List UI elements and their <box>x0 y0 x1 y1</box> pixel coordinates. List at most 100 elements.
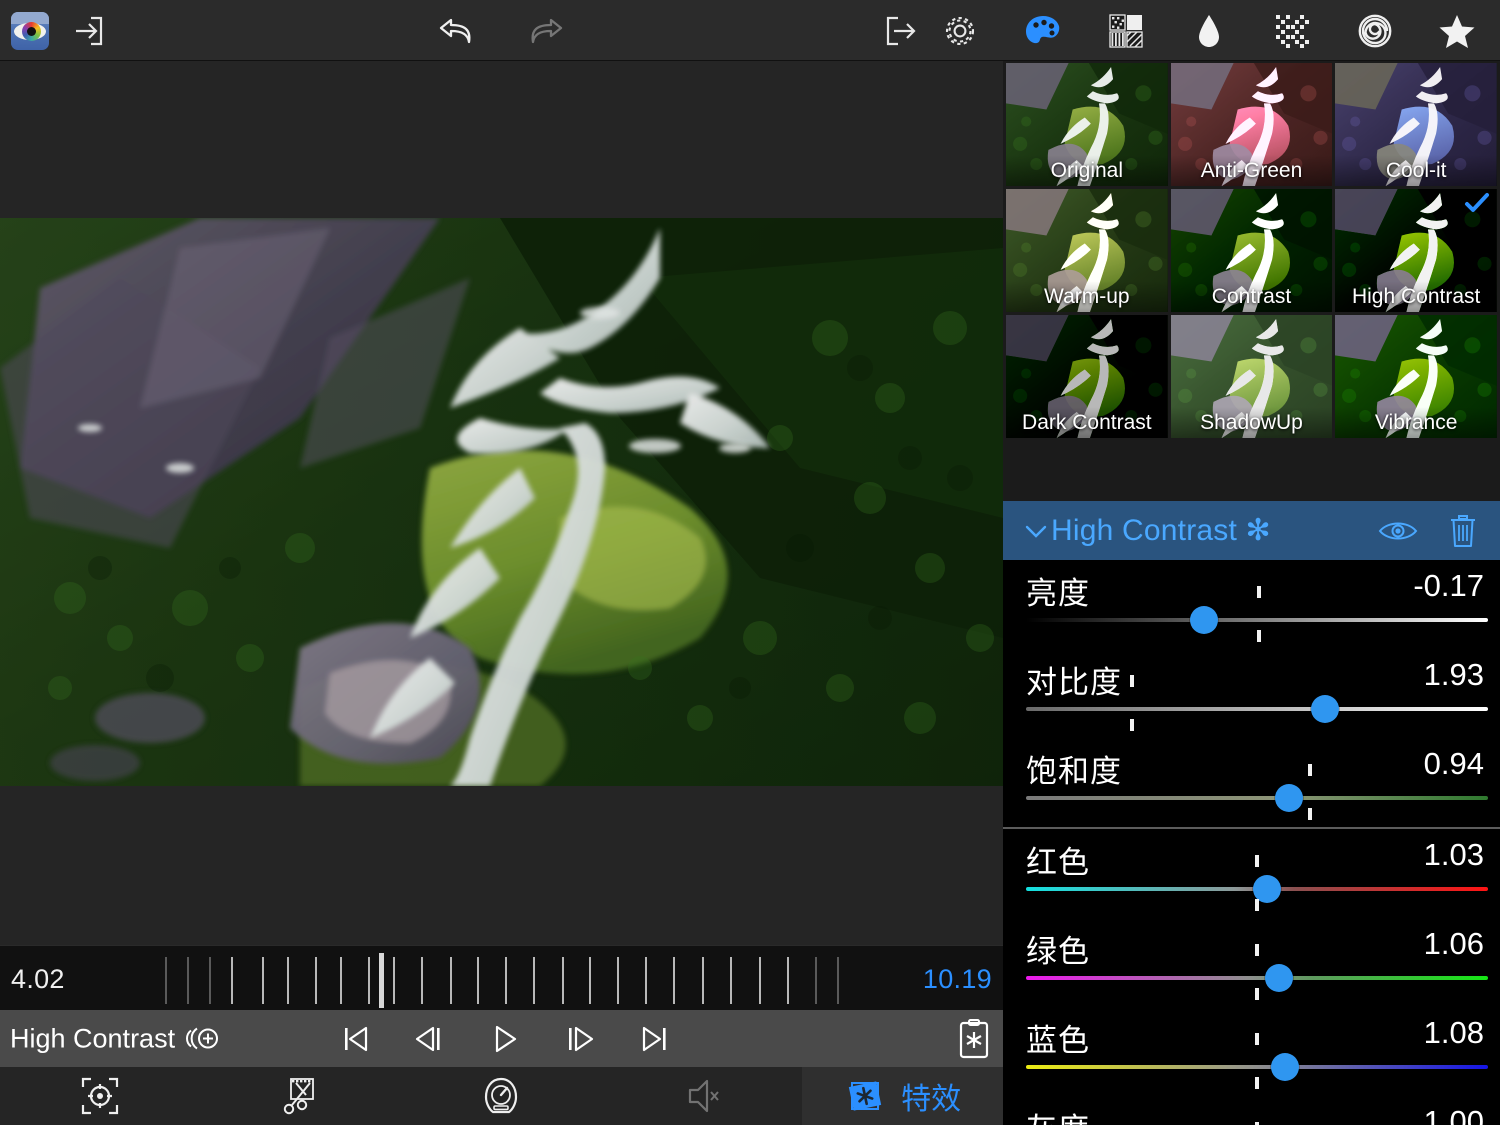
timeline-tick <box>368 957 370 1004</box>
preset-grid: Original Anti-Green Cool-it Warm-up Cont… <box>1006 63 1497 438</box>
preset-high-contrast[interactable]: High Contrast <box>1335 189 1497 312</box>
video-editor-window: 4.02 10.19 High Contrast 特效 Original Ant… <box>0 0 1500 1125</box>
preset-cool-it[interactable]: Cool-it <box>1335 63 1497 186</box>
slider-track[interactable] <box>1026 618 1488 622</box>
palette-icon[interactable] <box>1018 0 1068 61</box>
preset-anti-green[interactable]: Anti-Green <box>1170 63 1333 186</box>
preset-label: Anti-Green <box>1170 155 1333 186</box>
preset-pager <box>1003 448 1500 550</box>
slider-track[interactable] <box>1026 976 1488 980</box>
slider-label: 灰度 <box>1026 1104 1090 1125</box>
skip-to-start-button[interactable] <box>340 1023 370 1055</box>
timeline-tick <box>815 957 817 1004</box>
tab-speed[interactable] <box>401 1067 602 1125</box>
current-effect-label[interactable]: High Contrast <box>10 1023 219 1054</box>
slider-notch-top <box>1257 586 1261 598</box>
slider-notch-bottom <box>1254 988 1259 1000</box>
slider-notch-bottom <box>1257 630 1261 642</box>
preset-original[interactable]: Original <box>1006 63 1168 186</box>
preset-gallery: Original Anti-Green Cool-it Warm-up Cont… <box>1003 61 1500 446</box>
eye-icon[interactable] <box>1378 518 1418 544</box>
slider-label: 饱和度 <box>1026 754 1122 789</box>
preset-label: Warm-up <box>1006 281 1168 312</box>
video-preview-area <box>0 61 1003 945</box>
slider-value: 1.00 <box>1423 1104 1484 1125</box>
timeline-tick <box>262 957 264 1004</box>
slider-list: 亮度 -0.17 对比度 1.93 饱和度 0.94 红色 1.03 绿色 1.… <box>1003 560 1500 1125</box>
redo-icon[interactable] <box>520 0 570 61</box>
step-back-button[interactable] <box>413 1023 447 1055</box>
slider-knob[interactable] <box>1311 695 1340 723</box>
star-icon[interactable] <box>1432 0 1482 61</box>
spiral-icon[interactable] <box>1350 0 1400 61</box>
timeline-tick <box>837 957 839 1004</box>
tab-stabilize[interactable] <box>0 1067 201 1125</box>
undo-icon[interactable] <box>432 0 482 61</box>
skip-to-end-button[interactable] <box>640 1023 670 1055</box>
timeline-tick <box>165 957 167 1004</box>
preset-contrast[interactable]: Contrast <box>1170 189 1333 312</box>
slider-notch-top <box>1254 855 1259 867</box>
timeline-playhead[interactable] <box>379 953 385 1008</box>
import-icon[interactable] <box>65 0 111 61</box>
preset-dark-contrast[interactable]: Dark Contrast <box>1006 315 1168 438</box>
slider-notch-top <box>1254 1033 1259 1045</box>
preset-warm-up[interactable]: Warm-up <box>1006 189 1168 312</box>
step-forward-button[interactable] <box>563 1023 597 1055</box>
timeline-tick <box>759 957 761 1004</box>
timeline-tick <box>287 957 289 1004</box>
slider-brightness[interactable]: 亮度 -0.17 <box>1003 560 1500 649</box>
preset-shadowup[interactable]: ShadowUp <box>1170 315 1333 438</box>
settings-gear-icon[interactable] <box>935 0 985 61</box>
selected-check-icon <box>1464 192 1490 219</box>
timeline-tick <box>617 957 619 1004</box>
slider-saturation[interactable]: 饱和度 0.94 <box>1003 738 1500 827</box>
tab-audio[interactable] <box>602 1067 803 1125</box>
timeline-tick <box>393 957 395 1004</box>
dither-dots-icon[interactable] <box>1266 0 1318 61</box>
app-logo-eye[interactable] <box>8 0 52 61</box>
tab-trim[interactable] <box>201 1067 402 1125</box>
timeline-tick <box>533 957 535 1004</box>
preset-label: Contrast <box>1170 281 1333 312</box>
clipboard-effect-icon[interactable] <box>957 1018 991 1060</box>
preset-label: ShadowUp <box>1170 407 1333 438</box>
tab-effects-label: 特效 <box>901 1083 962 1116</box>
slider-knob[interactable] <box>1264 964 1293 992</box>
slider-track[interactable] <box>1026 707 1488 711</box>
slider-gray[interactable]: 灰度 1.00 <box>1003 1096 1500 1125</box>
video-frame[interactable] <box>0 218 1003 786</box>
chevron-down-icon[interactable] <box>1021 520 1051 542</box>
timeline-tick <box>477 957 479 1004</box>
slider-track[interactable] <box>1026 1065 1488 1069</box>
right-panel: Original Anti-Green Cool-it Warm-up Cont… <box>1003 61 1500 1125</box>
slider-notch-bottom <box>1254 899 1259 911</box>
slider-value: 1.93 <box>1423 657 1484 692</box>
export-icon[interactable] <box>876 0 926 61</box>
slider-track[interactable] <box>1026 796 1488 800</box>
preset-label: Cool-it <box>1335 155 1497 186</box>
slider-blue[interactable]: 蓝色 1.08 <box>1003 1007 1500 1096</box>
timeline-tick <box>702 957 704 1004</box>
trash-icon[interactable] <box>1448 513 1478 549</box>
play-button[interactable] <box>490 1023 520 1055</box>
slider-value: 1.03 <box>1423 837 1484 872</box>
slider-knob[interactable] <box>1271 1053 1300 1081</box>
slider-red[interactable]: 红色 1.03 <box>1003 829 1500 918</box>
water-drop-icon[interactable] <box>1184 0 1234 61</box>
slider-knob[interactable] <box>1189 606 1218 634</box>
slider-knob[interactable] <box>1275 784 1304 812</box>
timeline-ticks[interactable] <box>165 946 845 1011</box>
tab-effects[interactable]: 特效 <box>802 1067 1003 1125</box>
timeline-ruler[interactable]: 4.02 10.19 <box>0 945 1003 1010</box>
slider-label: 亮度 <box>1026 576 1090 611</box>
preset-vibrance[interactable]: Vibrance <box>1335 315 1497 438</box>
adjustment-header: High Contrast ✻ <box>1003 501 1500 560</box>
slider-contrast[interactable]: 对比度 1.93 <box>1003 649 1500 738</box>
texture-grid-icon[interactable] <box>1100 0 1152 61</box>
slider-green[interactable]: 绿色 1.06 <box>1003 918 1500 1007</box>
preset-label: High Contrast <box>1335 281 1497 312</box>
timeline-tick <box>589 957 591 1004</box>
bottom-tab-bar: 特效 <box>0 1067 1003 1125</box>
layers-add-icon[interactable] <box>185 1025 219 1053</box>
